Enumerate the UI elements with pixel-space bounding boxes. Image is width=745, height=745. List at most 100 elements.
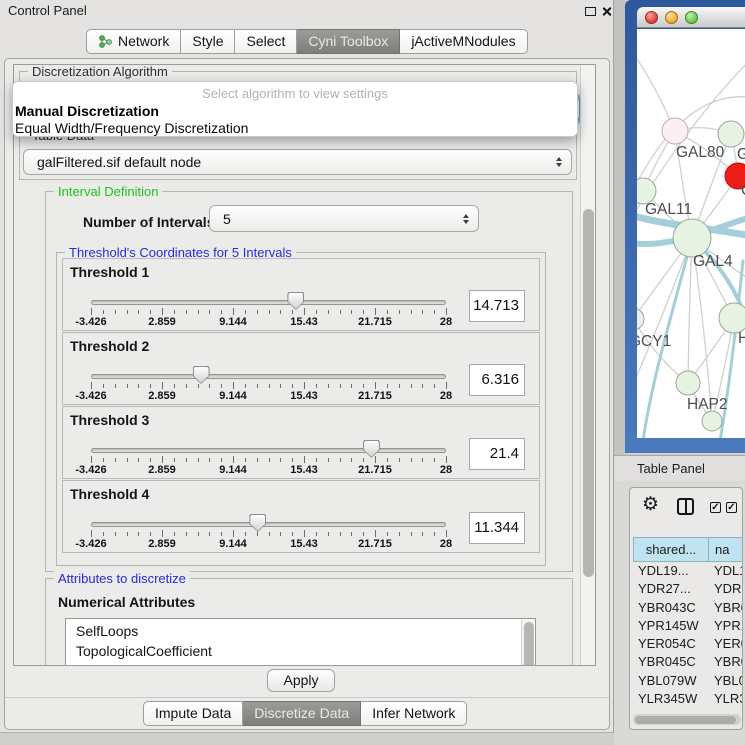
network-node-gal4[interactable] [673,219,711,257]
slider-thumb-face [194,367,209,383]
tick-mark [387,458,388,462]
tick-mark [115,310,116,314]
tab-style[interactable]: Style [181,29,235,54]
tick-mark [269,384,270,388]
tick-mark [186,532,187,536]
popup-option-equal-width-frequency[interactable]: Equal Width/Frequency Discretization [15,120,248,136]
threshold-value-field[interactable]: 11.344 [469,512,525,544]
table-data-combobox[interactable]: galFiltered.sif default node [23,149,572,175]
tick-mark [221,384,222,388]
node-label: GAL11 [645,201,692,218]
attribute-list-item[interactable]: SelfLoops [66,619,535,642]
threshold-3-panel: Threshold 3-3.4262.8599.14415.4321.71528… [62,406,540,479]
list-scrollbar[interactable] [521,620,534,666]
table-row[interactable]: YDR27...YDR2 [633,580,743,598]
tick-label: -3.426 [75,538,106,550]
bottom-tab-bar: Impute Data Discretize Data Infer Networ… [143,701,467,726]
table-row[interactable]: YPR145WYPR1 [633,617,743,635]
tab-impute-data[interactable]: Impute Data [143,701,243,726]
tab-network[interactable]: Network [86,29,181,54]
tick-mark [375,382,376,389]
network-node[interactable] [702,411,722,431]
table-row[interactable]: YER054CYER0 [633,635,743,653]
tab-label: Style [192,30,223,53]
float-window-icon[interactable] [585,7,596,16]
close-icon[interactable] [601,6,612,17]
tab-infer-network[interactable]: Infer Network [361,701,467,726]
cell-name: YPR1 [714,618,743,633]
tab-label: Infer Network [372,702,455,725]
threshold-value-field[interactable]: 14.713 [469,290,525,322]
cell-shared-name: YIL052C [638,709,689,712]
table-row[interactable]: YBR043CYBR0 [633,599,743,617]
tab-label: Select [246,30,285,53]
close-traffic-light[interactable] [645,11,658,24]
scrollbar-thumb[interactable] [635,716,736,724]
tick-mark [363,458,364,462]
threshold-slider-track[interactable] [91,300,446,305]
tick-mark [209,384,210,388]
threshold-label: Threshold 2 [70,338,149,354]
tick-mark [328,310,329,314]
zoom-traffic-light[interactable] [685,11,698,24]
threshold-value-field[interactable]: 21.4 [469,438,525,470]
threshold-slider-track[interactable] [91,448,446,453]
tick-mark [245,532,246,536]
attribute-list-item[interactable]: BetweennessCentrality [66,661,535,666]
threshold-value-field[interactable]: 6.316 [469,364,525,396]
column-header-name[interactable]: na [709,537,743,562]
threshold-slider-track[interactable] [91,522,446,527]
column-header-shared-name[interactable]: shared... [633,537,709,562]
tick-mark [186,310,187,314]
table-row[interactable]: YIL052CYIL0 [633,708,743,712]
table-horizontal-scrollbar[interactable] [633,714,741,725]
threshold-slider-track[interactable] [91,374,446,379]
tick-mark [127,310,128,314]
tab-label: Cyni Toolbox [308,30,388,53]
group-title: Interval Definition [54,184,162,199]
tick-mark [387,310,388,314]
tick-mark [162,530,163,537]
tab-select[interactable]: Select [235,29,297,54]
cell-name: YBR0 [714,654,743,669]
tick-mark [245,458,246,462]
table-row[interactable]: YBL079WYBL0 [633,672,743,690]
gear-icon[interactable]: ⚙ [642,493,659,517]
tick-label: 2.859 [148,316,176,328]
popup-option-manual-discretization[interactable]: Manual Discretization [15,103,159,119]
tick-mark [328,384,329,388]
scrollbar-thumb[interactable] [583,209,594,577]
cell-shared-name: YBR045C [638,654,696,669]
tab-cyni-toolbox[interactable]: Cyni Toolbox [297,29,400,54]
tab-discretize-data[interactable]: Discretize Data [243,701,361,726]
tick-mark [411,384,412,388]
checkbox-icon[interactable]: ✓ [726,502,737,513]
settings-vertical-scrollbar[interactable] [580,65,595,665]
network-node-h[interactable] [719,303,745,333]
tick-mark [209,310,210,314]
attribute-items: SelfLoopsTopologicalCoefficientBetweenne… [66,619,535,666]
table-header-row: shared... na [633,537,743,562]
tick-mark [174,458,175,462]
apply-button[interactable]: Apply [267,669,335,692]
network-node-gal80[interactable] [662,118,688,144]
split-columns-icon[interactable] [677,498,694,515]
network-canvas[interactable]: GAL80GACGAL11GAL4GCY1HHAP2 [637,29,745,438]
scrollbar-thumb[interactable] [524,622,534,666]
tick-label: 9.144 [219,316,247,328]
table-row[interactable]: YLR345WYLR3 [633,690,743,708]
cell-name: YBL0 [714,673,743,688]
network-node-hap2[interactable] [676,371,700,395]
attribute-list-item[interactable]: TopologicalCoefficient [66,642,535,662]
table-row[interactable]: YDL19...YDL1 [633,562,743,580]
table-row[interactable]: YBR045C YBR0 [633,653,743,671]
tab-jactivemnodules[interactable]: jActiveMNodules [400,29,527,54]
tick-mark [209,458,210,462]
checkbox-icon[interactable]: ✓ [710,502,721,513]
tick-mark [351,384,352,388]
number-of-intervals-combobox[interactable]: 5 [209,205,479,232]
minimize-traffic-light[interactable] [665,11,678,24]
tick-mark [186,458,187,462]
tick-mark [446,382,447,389]
network-node-gcy1[interactable] [637,308,644,330]
